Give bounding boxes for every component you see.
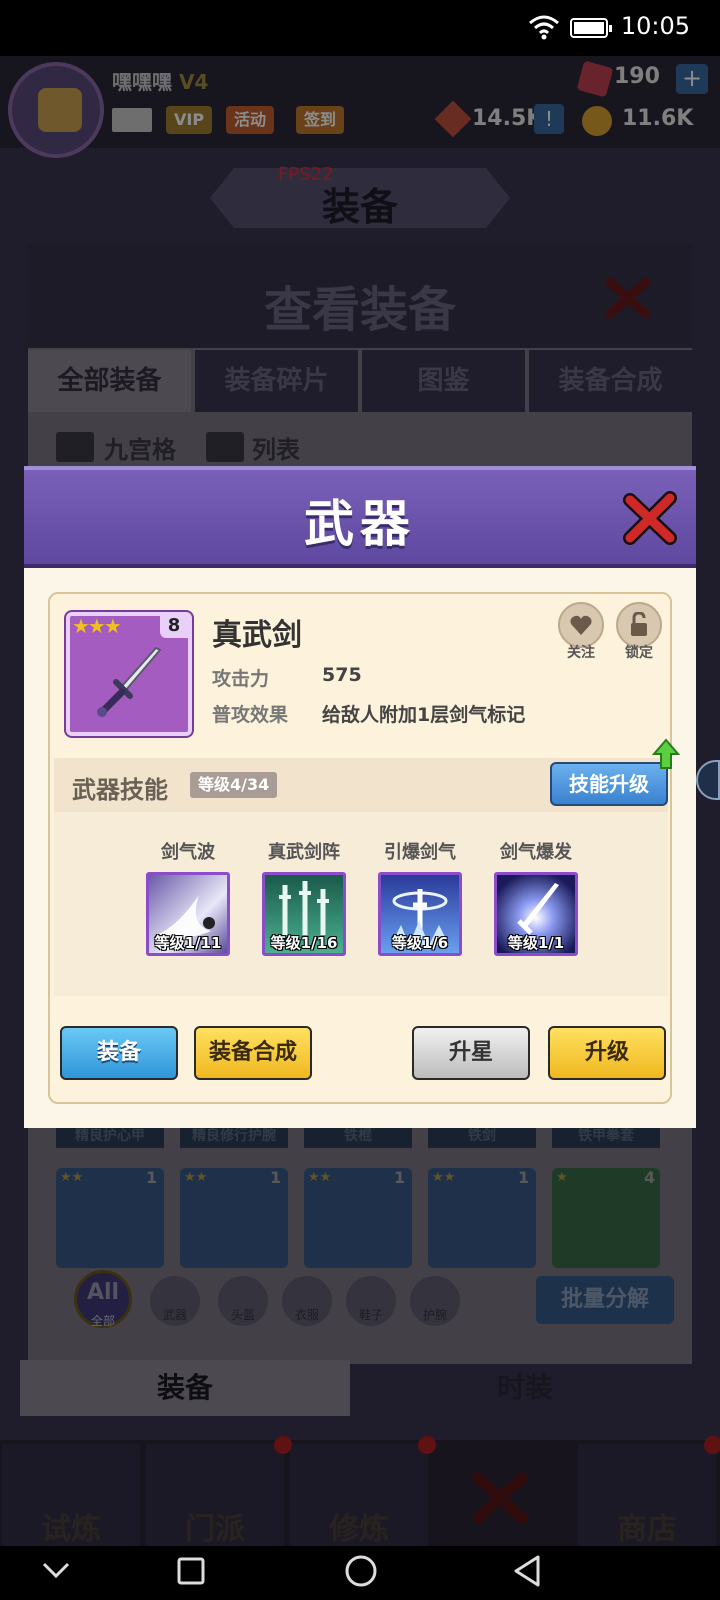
recent-apps-icon[interactable] [176,1556,206,1586]
skill-name: 剑气爆发 [500,842,572,863]
skill-level-text: 等级1/16 [270,934,338,952]
skill-name: 引爆剑气 [384,842,456,863]
home-icon[interactable] [344,1554,378,1588]
weapon-level-badge: 8 [160,614,188,638]
skill-level-text: 等级1/1 [507,934,565,952]
lock-label: 锁定 [625,645,653,661]
effect-value: 给敌人附加1层剑气标记 [322,704,526,726]
weapon-stars: ★★★ [72,614,122,638]
chevron-down-icon[interactable] [40,1558,72,1582]
skill-level-text: 等级1/6 [391,934,449,952]
skill-upgrade-button[interactable]: 技能升级 [550,762,668,806]
combine-button[interactable]: 装备合成 [194,1026,312,1080]
battery-icon [570,18,612,38]
skill-level-badge: 等级4/34 [190,772,278,798]
back-icon[interactable] [512,1554,542,1588]
weapon-name: 真武剑 [212,618,302,653]
status-bar [0,0,720,56]
upgrade-button[interactable]: 升级 [548,1026,666,1080]
skill-level-text: 等级1/11 [154,934,222,952]
sword-icon [97,646,162,717]
skill-name: 真武剑阵 [268,842,340,863]
follow-label: 关注 [567,645,595,661]
upgrade-arrow-icon [652,738,680,769]
skill-name: 剑气波 [161,842,215,863]
attack-label: 攻击力 [212,668,270,690]
skill-section-title: 武器技能 [72,776,168,804]
lock-icon [631,612,647,636]
equip-button[interactable]: 装备 [60,1026,178,1080]
wifi-icon [529,15,559,40]
attack-value: 575 [322,664,362,686]
close-icon[interactable] [620,488,680,548]
status-time: 10:05 [620,12,690,40]
modal-title: 武器 [304,495,416,553]
effect-label: 普攻效果 [212,704,289,726]
heart-icon [570,615,592,635]
star-up-button[interactable]: 升星 [412,1026,530,1080]
